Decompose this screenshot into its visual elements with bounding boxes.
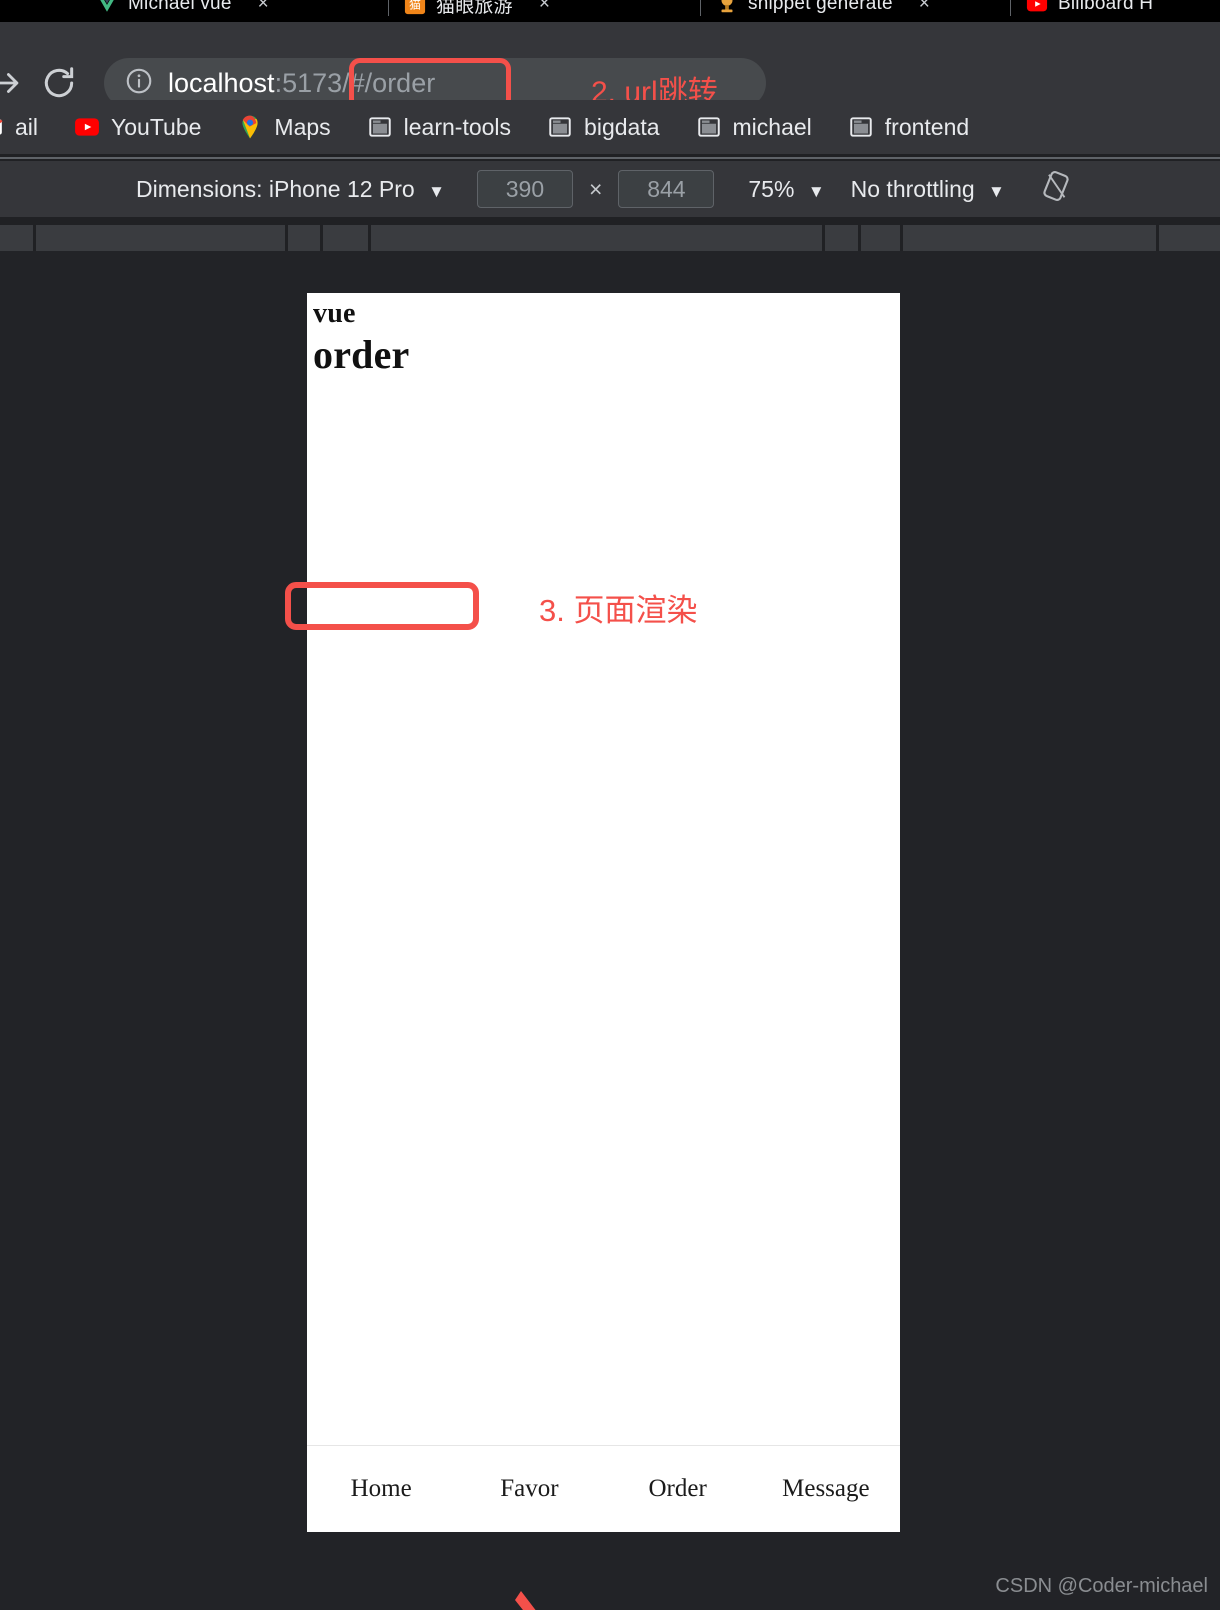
folder-icon — [697, 117, 720, 137]
chevron-down-icon: ▼ — [428, 181, 445, 201]
tab-close-icon[interactable]: × — [919, 0, 930, 15]
order-heading-highlight-box — [285, 582, 479, 630]
tabbar-item-order[interactable]: Order — [604, 1475, 752, 1503]
folder-icon — [549, 117, 571, 137]
bookmark-youtube[interactable]: YouTube — [74, 114, 201, 141]
chevron-down-icon: ▼ — [807, 181, 825, 201]
device-emulation-toolbar: Dimensions: iPhone 12 Pro ▼ 390 × 844 75… — [0, 161, 1220, 217]
throttling-label: No throttling — [850, 175, 975, 202]
trophy-icon — [721, 0, 733, 13]
browser-tab-3[interactable]: Billboard H — [1026, 0, 1153, 22]
ruler-tick — [900, 225, 903, 251]
bookmark-label: ail — [15, 113, 39, 140]
tab-title: Michael vue — [128, 0, 232, 14]
bookmark-bigdata[interactable]: bigdata — [547, 113, 660, 141]
info-circle-icon[interactable] — [124, 66, 154, 101]
ruler-tick — [858, 225, 861, 251]
browser-tab-0[interactable]: Michael vue × — [96, 0, 269, 22]
ruler-gap — [0, 217, 1220, 225]
ruler-tick — [1156, 225, 1159, 251]
svg-text:猫: 猫 — [409, 0, 421, 12]
viewport-width-input[interactable]: 390 — [476, 170, 573, 208]
viewport-height-input[interactable]: 844 — [618, 170, 715, 208]
tab-divider — [700, 0, 701, 16]
red-arrow-down-right-icon — [515, 1591, 536, 1610]
tab-divider — [388, 0, 389, 16]
url-port: :5173 — [274, 67, 343, 98]
viewport-ruler — [0, 225, 1220, 251]
tab-divider — [1010, 0, 1011, 16]
tab-close-icon[interactable]: × — [539, 0, 550, 15]
tabbar-item-home[interactable]: Home — [307, 1475, 455, 1503]
bookmark-michael[interactable]: michael — [696, 114, 812, 141]
zoom-selector[interactable]: 75% ▼ — [748, 176, 824, 203]
folder-icon — [850, 117, 872, 137]
bottom-tab-bar: Home Favor Order Message — [307, 1445, 900, 1532]
watermark: CSDN @Coder-michael — [995, 1575, 1208, 1597]
ruler-tick — [285, 225, 288, 251]
tab-title: snippet generate — [748, 0, 893, 14]
ruler-tick — [320, 225, 323, 251]
toolbar-divider — [0, 157, 1220, 159]
orange-app-icon: 猫 — [404, 0, 426, 15]
browser-toolbar: localhost:5173/#/order 2. url跳转 — [0, 22, 1220, 110]
device-selector-label: Dimensions: iPhone 12 Pro — [136, 175, 415, 202]
bookmark-frontend[interactable]: frontend — [848, 114, 969, 141]
bookmark-label: michael — [732, 113, 812, 140]
ruler-tick — [368, 225, 371, 251]
throttling-selector[interactable]: No throttling ▼ — [851, 176, 1005, 203]
tabbar-item-message[interactable]: Message — [752, 1475, 900, 1503]
tab-title: 猫眼旅游 — [436, 0, 513, 17]
url-host: localhost — [168, 67, 275, 98]
tab-close-icon[interactable]: × — [258, 0, 269, 15]
vue-logo-icon — [100, 0, 114, 12]
browser-window: Michael vue × 猫 猫眼旅游 × snippet generate … — [0, 0, 1220, 1610]
tabbar-item-favor[interactable]: Favor — [455, 1475, 603, 1503]
bookmark-label: learn-tools — [403, 113, 512, 140]
bookmark-learn-tools[interactable]: learn-tools — [367, 114, 511, 141]
bookmark-label: frontend — [884, 113, 970, 140]
tab-title: Billboard H — [1058, 0, 1154, 14]
dimension-multiply-symbol: × — [588, 175, 603, 202]
bookmark-gmail[interactable]: ail — [0, 114, 38, 141]
bookmark-label: Maps — [274, 113, 331, 140]
tab-strip: Michael vue × 猫 猫眼旅游 × snippet generate … — [0, 0, 1220, 22]
bookmark-maps[interactable]: Maps — [237, 113, 331, 141]
ruler-tick — [33, 225, 36, 251]
page-heading-vue: vue — [313, 298, 356, 329]
browser-tab-1[interactable]: 猫 猫眼旅游 × — [404, 0, 550, 22]
page-heading-order: order — [313, 332, 410, 377]
zoom-level-label: 75% — [748, 175, 795, 202]
maps-pin-icon — [242, 115, 258, 139]
folder-icon — [368, 117, 391, 137]
youtube-icon — [1026, 0, 1048, 12]
rotate-device-icon[interactable] — [1039, 169, 1073, 209]
youtube-icon — [75, 118, 99, 136]
bookmarks-bar: ail YouTube Maps learn-tools bigdata mic… — [0, 100, 1220, 154]
device-selector[interactable]: Dimensions: iPhone 12 Pro ▼ — [136, 176, 445, 203]
emulated-phone-viewport[interactable]: vue order Home Favor Order Message — [307, 293, 900, 1532]
chevron-down-icon: ▼ — [988, 181, 1005, 201]
ruler-tick — [822, 225, 825, 251]
browser-tab-2[interactable]: snippet generate × — [716, 0, 930, 22]
address-bar-url: localhost:5173/#/order — [168, 68, 435, 99]
device-emulation-stage: vue order Home Favor Order Message 3. 页面… — [0, 251, 1220, 1610]
bookmark-label: bigdata — [584, 113, 660, 140]
bookmark-label: YouTube — [111, 113, 202, 140]
annotation-step-3: 3. 页面渲染 — [539, 593, 698, 628]
gmail-icon — [0, 119, 3, 135]
url-path: /#/order — [342, 67, 436, 98]
